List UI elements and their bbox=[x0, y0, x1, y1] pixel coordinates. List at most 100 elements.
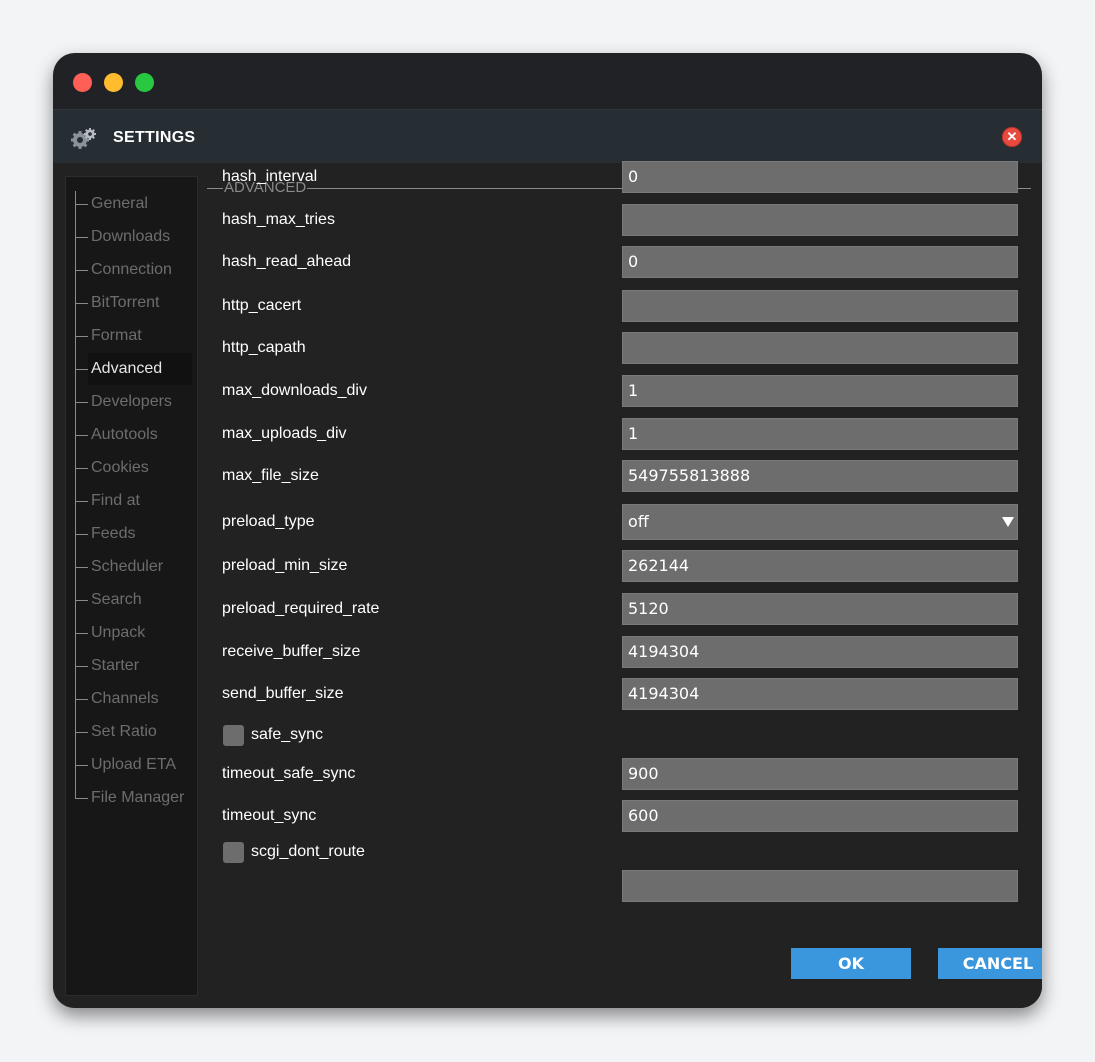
sidebar-item-label: Scheduler bbox=[91, 558, 164, 575]
tree-branch bbox=[76, 270, 88, 271]
sidebar-item-unpack[interactable]: Unpack bbox=[76, 617, 191, 649]
max-uploads-div-label: max_uploads_div bbox=[222, 425, 347, 442]
gear-icon bbox=[71, 128, 96, 149]
tree-branch bbox=[76, 501, 88, 502]
preload-min-size-label: preload_min_size bbox=[222, 557, 348, 574]
sidebar-item-feeds[interactable]: Feeds bbox=[76, 518, 191, 550]
field-value: 900 bbox=[628, 764, 659, 783]
sidebar-item-developers[interactable]: Developers bbox=[76, 386, 191, 418]
safe-sync-checkbox[interactable] bbox=[223, 725, 244, 746]
hash-max-tries-label: hash_max_tries bbox=[222, 211, 335, 228]
http-capath-label: http_capath bbox=[222, 339, 306, 356]
sidebar-item-format[interactable]: Format bbox=[76, 320, 191, 352]
settings-dialog: SETTINGS ✕ General Downloads Connection Bit… bbox=[53, 109, 1042, 1008]
sidebar-item-label: Feeds bbox=[91, 525, 136, 542]
tree-branch bbox=[76, 798, 88, 799]
sidebar-item-label: File Manager bbox=[91, 789, 185, 806]
tree-branch bbox=[76, 369, 88, 370]
sidebar-item-advanced[interactable]: Advanced bbox=[76, 353, 192, 385]
sidebar-item-downloads[interactable]: Downloads bbox=[76, 221, 191, 253]
tree-branch bbox=[76, 633, 88, 634]
max-file-size-input[interactable]: 549755813888 bbox=[622, 460, 1018, 492]
tree-branch bbox=[76, 765, 88, 766]
field-value: 4194304 bbox=[628, 642, 700, 661]
sidebar-item-label: Downloads bbox=[91, 228, 171, 245]
tree-branch bbox=[76, 435, 88, 436]
tree-branch bbox=[76, 534, 88, 535]
timeout-safe-sync-input[interactable]: 900 bbox=[622, 758, 1018, 790]
sidebar-item-bittorrent[interactable]: BitTorrent bbox=[76, 287, 191, 319]
sidebar-item-channels[interactable]: Channels bbox=[76, 683, 191, 715]
dialog-title: SETTINGS bbox=[113, 129, 196, 146]
window-close-button[interactable] bbox=[73, 73, 92, 92]
http-capath-input[interactable] bbox=[622, 332, 1018, 364]
sidebar-item-search[interactable]: Search bbox=[76, 584, 191, 616]
receive-buffer-size-input[interactable]: 4194304 bbox=[622, 636, 1018, 668]
timeout-sync-input[interactable]: 600 bbox=[622, 800, 1018, 832]
safe-sync-label: safe_sync bbox=[251, 726, 324, 743]
max-uploads-div-input[interactable]: 1 bbox=[622, 418, 1018, 450]
window-minimize-button[interactable] bbox=[104, 73, 123, 92]
field-value: off bbox=[628, 512, 649, 531]
hash-interval-input[interactable]: 0 bbox=[622, 161, 1018, 193]
sidebar-item-label: Autotools bbox=[91, 426, 158, 443]
tree-branch bbox=[76, 402, 88, 403]
sidebar-item-file-manager[interactable]: File Manager bbox=[76, 782, 191, 814]
send-buffer-size-input[interactable]: 4194304 bbox=[622, 678, 1018, 710]
sidebar-item-label: Channels bbox=[91, 690, 159, 707]
preload-type-select[interactable]: off bbox=[622, 504, 1018, 540]
field-value: 262144 bbox=[628, 556, 690, 575]
tree-branch bbox=[76, 666, 88, 667]
hash-max-tries-input[interactable] bbox=[622, 204, 1018, 236]
timeout-safe-sync-label: timeout_safe_sync bbox=[222, 765, 356, 782]
sidebar-item-autotools[interactable]: Autotools bbox=[76, 419, 191, 451]
max-downloads-div-input[interactable]: 1 bbox=[622, 375, 1018, 407]
preload-type-label: preload_type bbox=[222, 513, 315, 530]
preload-min-size-input[interactable]: 262144 bbox=[622, 550, 1018, 582]
sidebar-item-general[interactable]: General bbox=[76, 188, 191, 220]
tree-branch bbox=[76, 336, 88, 337]
sidebar-item-label: Format bbox=[91, 327, 142, 344]
sidebar-item-label: Starter bbox=[91, 657, 140, 674]
tree-branch bbox=[76, 303, 88, 304]
hash-read-ahead-label: hash_read_ahead bbox=[222, 253, 352, 270]
send-buffer-size-label: send_buffer_size bbox=[222, 685, 344, 702]
field-value: 1 bbox=[628, 381, 639, 400]
chevron-down-icon[interactable] bbox=[1002, 517, 1014, 527]
app-window: SETTINGS ✕ General Downloads Connection Bit… bbox=[53, 53, 1042, 1008]
tree-branch bbox=[76, 237, 88, 238]
http-cacert-input[interactable] bbox=[622, 290, 1018, 322]
hash-read-ahead-input[interactable]: 0 bbox=[622, 246, 1018, 278]
window-zoom-button[interactable] bbox=[135, 73, 154, 92]
sidebar-item-scheduler[interactable]: Scheduler bbox=[76, 551, 191, 583]
field-value: 549755813888 bbox=[628, 466, 751, 485]
timeout-sync-label: timeout_sync bbox=[222, 807, 317, 824]
cancel-button[interactable]: CANCEL bbox=[938, 948, 1042, 979]
hash-interval-label: hash_interval bbox=[222, 168, 318, 185]
sidebar-item-label: Advanced bbox=[91, 360, 163, 377]
ok-button[interactable]: OK bbox=[791, 948, 911, 979]
sidebar-item-label: Set Ratio bbox=[91, 723, 157, 740]
field-value: 5120 bbox=[628, 599, 669, 618]
sidebar-item-set-ratio[interactable]: Set Ratio bbox=[76, 716, 191, 748]
settings-nav: General Downloads Connection BitTorrent Form… bbox=[65, 176, 198, 996]
sidebar-item-label: Developers bbox=[91, 393, 172, 410]
tree-branch bbox=[76, 699, 88, 700]
sidebar-item-find-at[interactable]: Find at bbox=[76, 485, 191, 517]
sidebar-item-label: Unpack bbox=[91, 624, 146, 641]
row-17-input[interactable] bbox=[622, 870, 1018, 902]
sidebar-item-label: BitTorrent bbox=[91, 294, 160, 311]
preload-required-rate-input[interactable]: 5120 bbox=[622, 593, 1018, 625]
sidebar-item-starter[interactable]: Starter bbox=[76, 650, 191, 682]
sidebar-item-cookies[interactable]: Cookies bbox=[76, 452, 191, 484]
sidebar-item-label: Cookies bbox=[91, 459, 149, 476]
settings-panel: ADVANCED hash_interval 0 hash_max_tries has… bbox=[203, 110, 1042, 1008]
scgi-dont-route-checkbox[interactable] bbox=[223, 842, 244, 863]
max-file-size-label: max_file_size bbox=[222, 467, 319, 484]
field-value: 1 bbox=[628, 424, 639, 443]
sidebar-item-connection[interactable]: Connection bbox=[76, 254, 191, 286]
field-value: 0 bbox=[628, 252, 639, 271]
tree-branch bbox=[76, 468, 88, 469]
sidebar-item-upload-eta[interactable]: Upload ETA bbox=[76, 749, 191, 781]
preload-required-rate-label: preload_required_rate bbox=[222, 600, 380, 617]
